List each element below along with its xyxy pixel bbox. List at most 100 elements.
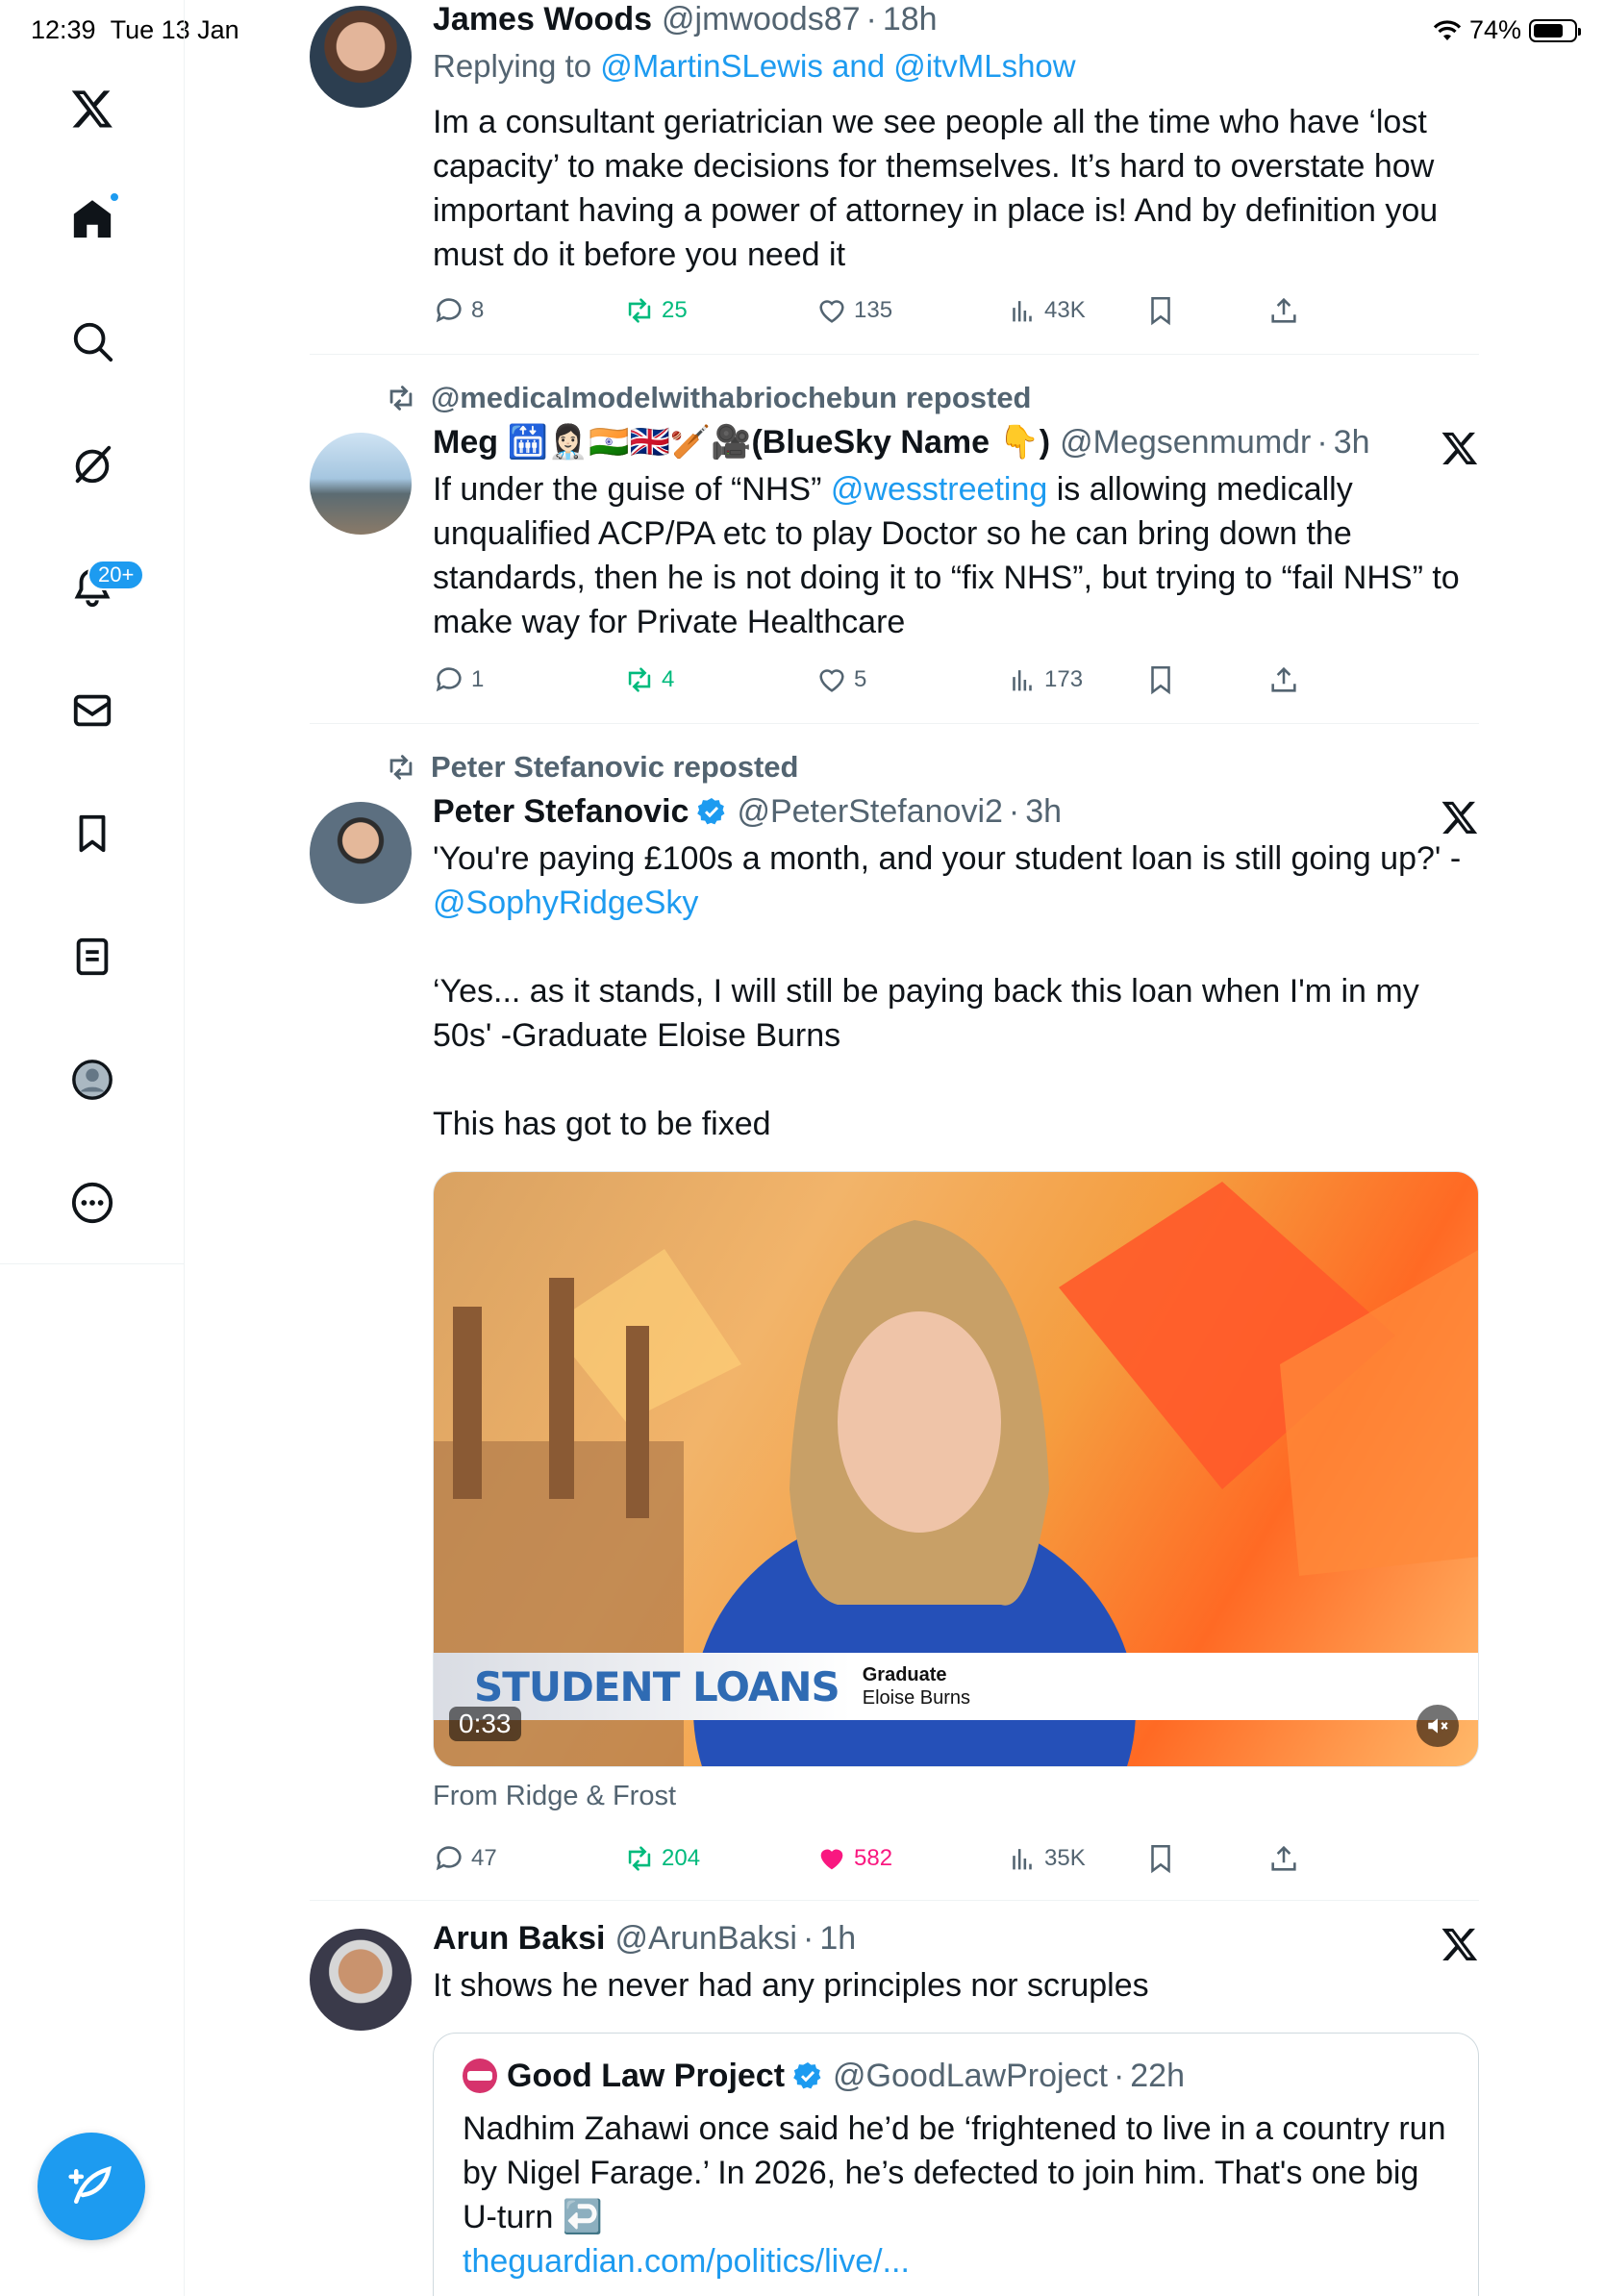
reply-button[interactable]: 47 — [433, 1842, 497, 1875]
avatar[interactable] — [310, 802, 412, 904]
sidebar-item-home[interactable] — [61, 187, 124, 251]
good-law-project-logo — [463, 2059, 497, 2093]
tweet-text: Im a consultant geriatrician we see peop… — [433, 104, 1439, 273]
sidebar-item-profile[interactable] — [61, 1048, 124, 1111]
reply-icon — [436, 1846, 462, 1871]
muted-speaker-icon — [1428, 1718, 1448, 1734]
bookmark-button[interactable] — [1144, 294, 1177, 327]
repost-icon — [628, 667, 651, 692]
battery-icon — [1529, 18, 1581, 42]
share-icon — [1271, 297, 1296, 323]
quote-text: Nadhim Zahawi once said he’d be ‘frighte… — [463, 2110, 1446, 2235]
sidebar-item-search[interactable] — [61, 310, 124, 373]
tweet-time[interactable]: 18h — [883, 0, 938, 40]
reply-button[interactable]: 8 — [433, 294, 484, 327]
views-button[interactable]: 35K — [1006, 1842, 1086, 1875]
author-name[interactable]: James Woods — [433, 0, 652, 40]
reply-button[interactable]: 1 — [433, 663, 484, 696]
views-icon — [1013, 301, 1032, 322]
notifications-badge: 20+ — [88, 560, 145, 590]
more-icon — [71, 1182, 113, 1224]
author-handle[interactable]: @ArunBaksi — [615, 1917, 797, 1959]
bookmark-icon — [1151, 665, 1170, 695]
views-icon — [1013, 670, 1032, 691]
share-icon — [1271, 1845, 1296, 1871]
video-lower-third: STUDENT LOANS Graduate Eloise Burns — [434, 1653, 1478, 1720]
repost-icon — [389, 755, 413, 780]
quoted-tweet[interactable]: Good Law Project @GoodLawProject · 22h N… — [433, 2033, 1479, 2296]
home-new-dot — [109, 191, 120, 203]
avatar[interactable] — [310, 6, 412, 108]
repost-button[interactable]: 204 — [623, 1842, 700, 1875]
sidebar-divider — [0, 1263, 185, 1264]
like-button[interactable]: 5 — [815, 663, 866, 696]
x-logo-icon[interactable] — [61, 77, 124, 140]
author-handle[interactable]: @PeterStefanovi2 — [737, 790, 1002, 833]
replying-to-link[interactable]: @MartinSLewis and @itvMLshow — [600, 48, 1075, 84]
home-icon — [73, 200, 112, 238]
tweet-separator — [310, 723, 1479, 724]
tweet-text: It shows he never had any principles nor… — [433, 1967, 1149, 2004]
mention-link[interactable]: @SophyRidgeSky — [433, 881, 1479, 925]
author-name[interactable]: Peter Stefanovic — [433, 790, 689, 833]
like-button[interactable]: 135 — [815, 294, 892, 327]
mention-link[interactable]: @wesstreeting — [831, 471, 1047, 508]
sidebar-item-more[interactable] — [61, 1171, 124, 1235]
bookmark-icon — [79, 814, 106, 853]
avatar[interactable] — [310, 1929, 412, 2031]
tweet-time[interactable]: 3h — [1334, 421, 1370, 463]
tweet-time[interactable]: 3h — [1025, 790, 1062, 833]
repost-button[interactable]: 4 — [623, 663, 674, 696]
x-logo-icon[interactable] — [1441, 798, 1479, 836]
quote-time[interactable]: 22h — [1130, 2055, 1185, 2097]
tweet-actions: 1 4 5 173 — [433, 663, 1394, 702]
share-button[interactable] — [1267, 1842, 1300, 1875]
search-icon — [73, 322, 113, 362]
bookmark-button[interactable] — [1144, 663, 1177, 696]
author-name[interactable]: Arun Baksi — [433, 1917, 606, 1959]
author-handle[interactable]: @Megsenmumdr — [1060, 421, 1311, 463]
compose-button[interactable] — [38, 2133, 145, 2240]
repost-icon — [628, 1846, 651, 1871]
replying-to: Replying to @MartinSLewis and @itvMLshow — [433, 48, 1076, 84]
sidebar-item-notifications[interactable]: 20+ — [61, 556, 145, 619]
tweet-text: If under the guise of “NHS” @wesstreetin… — [433, 471, 1460, 640]
x-logo-icon[interactable] — [1441, 1925, 1479, 1963]
repost-button[interactable]: 25 — [623, 294, 688, 327]
verified-badge-icon — [793, 2062, 821, 2089]
x-logo-icon[interactable] — [1441, 429, 1479, 467]
author-name[interactable]: Meg 🛗👩🏻‍⚕️🇮🇳🇬🇧🏏🎥(BlueSky Name 👇) — [433, 421, 1050, 463]
like-button[interactable]: 582 — [815, 1842, 892, 1875]
repost-indicator: @medicalmodelwithabriochebun reposted — [385, 381, 1032, 415]
avatar[interactable] — [310, 433, 412, 535]
author-handle[interactable]: @jmwoods87 — [662, 0, 861, 40]
heart-filled-icon — [820, 1849, 843, 1870]
media-source[interactable]: From Ridge & Frost — [433, 1781, 676, 1812]
video-player[interactable]: STUDENT LOANS Graduate Eloise Burns 0:33 — [433, 1171, 1479, 1767]
share-button[interactable] — [1267, 663, 1300, 696]
views-button[interactable]: 173 — [1006, 663, 1083, 696]
sidebar-item-bookmarks[interactable] — [61, 802, 124, 865]
quote-author-name[interactable]: Good Law Project — [507, 2055, 785, 2097]
lists-icon — [76, 937, 109, 976]
sidebar: 20+ — [0, 0, 185, 2296]
sidebar-item-messages[interactable] — [61, 679, 124, 742]
quote-author-handle[interactable]: @GoodLawProject — [833, 2055, 1108, 2097]
video-duration: 0:33 — [449, 1707, 521, 1741]
share-button[interactable] — [1267, 294, 1300, 327]
mute-button[interactable] — [1416, 1705, 1459, 1747]
mail-icon — [73, 694, 112, 727]
tweet-actions: 8 25 135 43K — [433, 294, 1394, 333]
bookmark-button[interactable] — [1144, 1842, 1177, 1875]
heart-icon — [819, 300, 844, 323]
quote-link[interactable]: theguardian.com/politics/live/... — [463, 2239, 1449, 2284]
reply-icon — [436, 298, 462, 323]
sidebar-item-grok[interactable] — [61, 433, 124, 496]
tweet-time[interactable]: 1h — [819, 1917, 856, 1959]
bookmark-icon — [1151, 1844, 1170, 1874]
views-button[interactable]: 43K — [1006, 294, 1086, 327]
bookmark-icon — [1151, 296, 1170, 326]
tweet-actions: 47 204 582 35K — [433, 1842, 1394, 1881]
tweet-text: 'You're paying £100s a month, and your s… — [433, 836, 1479, 1146]
sidebar-item-lists[interactable] — [61, 925, 124, 988]
